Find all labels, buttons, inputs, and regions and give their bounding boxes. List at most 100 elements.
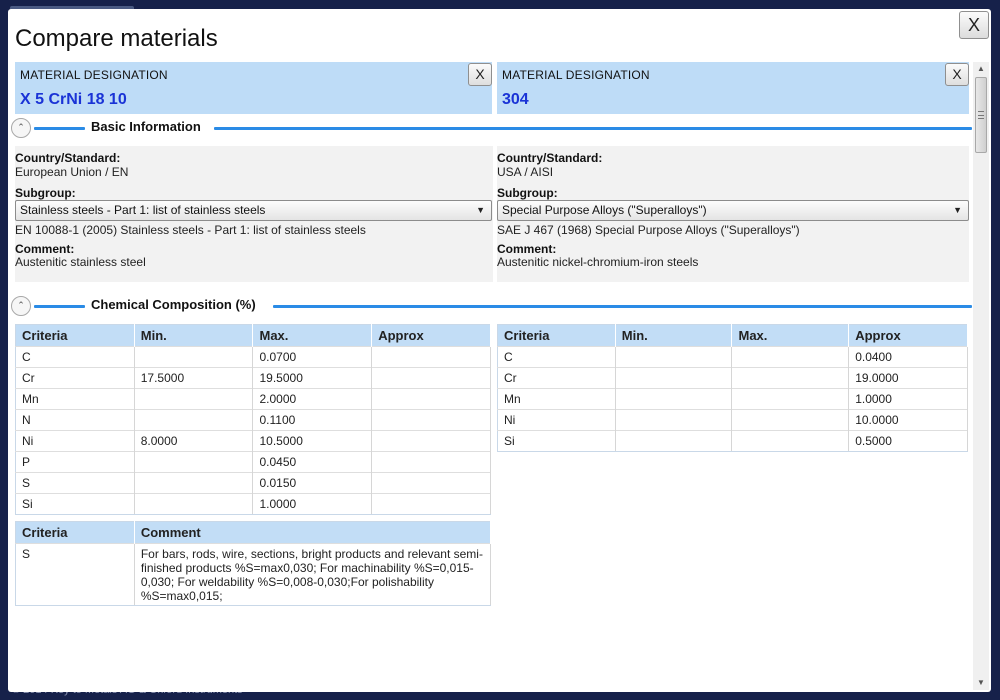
table-cell: Ni — [497, 409, 616, 431]
table-cell — [371, 430, 491, 452]
table-cell — [731, 430, 850, 452]
chevron-up-icon[interactable]: ⌃ — [11, 296, 31, 316]
table-cell — [371, 367, 491, 389]
column-header[interactable]: Comment — [134, 521, 492, 544]
table-cell — [731, 388, 850, 410]
table-cell: 1.0000 — [252, 493, 373, 515]
table-row: Cr 17.5000 19.5000 — [15, 367, 491, 389]
standard-value: SAE J 467 (1968) Special Purpose Alloys … — [497, 223, 800, 237]
table-cell: Si — [497, 430, 616, 452]
dropdown-arrow-icon: ▼ — [476, 205, 485, 215]
dialog-close-button[interactable]: X — [959, 11, 989, 39]
table-row: S For bars, rods, wire, sections, bright… — [15, 543, 492, 606]
column-header[interactable]: Criteria — [497, 324, 616, 347]
table-row: Ni 8.0000 10.5000 — [15, 430, 491, 452]
table-cell: 0.5000 — [848, 430, 968, 452]
table-cell — [134, 409, 254, 431]
table-cell — [371, 409, 491, 431]
table-cell: 0.0450 — [252, 451, 373, 473]
column-header[interactable]: Criteria — [15, 324, 135, 347]
table-cell: S — [15, 543, 135, 606]
subgroup-selected-value: Special Purpose Alloys ("Superalloys") — [502, 203, 707, 217]
table-cell — [371, 472, 491, 494]
table-cell — [615, 388, 733, 410]
table-cell — [615, 430, 733, 452]
table-header-row: Criteria Min. Max. Approx — [15, 324, 491, 347]
column-header[interactable]: Approx — [371, 324, 491, 347]
table-cell: Cr — [15, 367, 135, 389]
table-row: P 0.0450 — [15, 451, 491, 473]
scroll-down-icon[interactable]: ▼ — [973, 676, 989, 690]
section-title: Basic Information — [91, 119, 201, 134]
table-cell: N — [15, 409, 135, 431]
column-header[interactable]: Criteria — [15, 521, 135, 544]
composition-table-left: Criteria Min. Max. Approx C 0.0700 Cr 17.5… — [15, 324, 491, 515]
scrollbar-thumb[interactable] — [975, 77, 987, 153]
table-cell: 10.0000 — [848, 409, 968, 431]
table-row: S 0.0150 — [15, 472, 491, 494]
column-header[interactable]: Min. — [615, 324, 733, 347]
designation-right: MATERIAL DESIGNATION 304 X — [497, 62, 969, 114]
column-header[interactable]: Min. — [134, 324, 254, 347]
subgroup-label: Subgroup: — [497, 186, 558, 200]
country-value: European Union / EN — [15, 165, 129, 179]
table-header-row: Criteria Comment — [15, 521, 492, 544]
table-cell: 1.0000 — [848, 388, 968, 410]
subgroup-label: Subgroup: — [15, 186, 76, 200]
composition-comments-table: Criteria Comment S For bars, rods, wire,… — [15, 521, 492, 606]
table-cell — [731, 346, 850, 368]
table-cell — [371, 493, 491, 515]
table-cell — [371, 346, 491, 368]
table-cell: 0.0700 — [252, 346, 373, 368]
section-divider — [34, 305, 85, 308]
table-cell — [615, 409, 733, 431]
table-cell — [371, 388, 491, 410]
basic-info-left: Country/Standard: European Union / EN Su… — [15, 146, 493, 282]
basic-info-right: Country/Standard: USA / AISI Subgroup: S… — [497, 146, 969, 282]
comment-label: Comment: — [497, 242, 557, 256]
subgroup-select-right[interactable]: Special Purpose Alloys ("Superalloys") ▼ — [497, 200, 969, 221]
table-cell — [134, 451, 254, 473]
subgroup-select-left[interactable]: Stainless steels - Part 1: list of stain… — [15, 200, 492, 221]
table-cell: 0.1100 — [252, 409, 373, 431]
table-cell: P — [15, 451, 135, 473]
table-row: Si 0.5000 — [497, 430, 968, 452]
compare-materials-dialog: Compare materials X MATERIAL DESIGNATION… — [8, 9, 991, 692]
column-header[interactable]: Max. — [731, 324, 850, 347]
table-cell: 0.0150 — [252, 472, 373, 494]
table-row: N 0.1100 — [15, 409, 491, 431]
scroll-up-icon[interactable]: ▲ — [973, 62, 989, 76]
table-cell: 10.5000 — [252, 430, 373, 452]
country-value: USA / AISI — [497, 165, 554, 179]
table-row: Mn 1.0000 — [497, 388, 968, 410]
table-cell — [134, 493, 254, 515]
section-divider — [34, 127, 85, 130]
comment-value: Austenitic nickel-chromium-iron steels — [497, 255, 699, 269]
table-cell: Cr — [497, 367, 616, 389]
comment-label: Comment: — [15, 242, 75, 256]
column-header[interactable]: Approx — [848, 324, 968, 347]
remove-material-left-button[interactable]: X — [468, 63, 492, 86]
table-cell — [371, 451, 491, 473]
vertical-scrollbar[interactable]: ▲ ▼ — [973, 62, 989, 690]
remove-material-right-button[interactable]: X — [945, 63, 969, 86]
table-cell — [615, 346, 733, 368]
column-header[interactable]: Max. — [252, 324, 373, 347]
table-cell: 2.0000 — [252, 388, 373, 410]
section-title: Chemical Composition (%) — [91, 297, 256, 312]
table-cell: S — [15, 472, 135, 494]
section-chemical-composition: ⌃ Chemical Composition (%) — [11, 296, 972, 316]
table-cell — [134, 472, 254, 494]
designation-value-left: X 5 CrNi 18 10 — [20, 91, 127, 108]
chevron-up-icon[interactable]: ⌃ — [11, 118, 31, 138]
table-cell: C — [497, 346, 616, 368]
country-label: Country/Standard: — [15, 151, 121, 165]
section-divider — [273, 305, 972, 308]
table-row: Si 1.0000 — [15, 493, 491, 515]
designation-label: MATERIAL DESIGNATION — [502, 68, 650, 82]
section-basic-information: ⌃ Basic Information — [11, 118, 972, 138]
table-cell: 8.0000 — [134, 430, 254, 452]
table-row: Mn 2.0000 — [15, 388, 491, 410]
dialog-title: Compare materials — [15, 25, 218, 52]
designation-value-right: 304 — [502, 91, 529, 108]
